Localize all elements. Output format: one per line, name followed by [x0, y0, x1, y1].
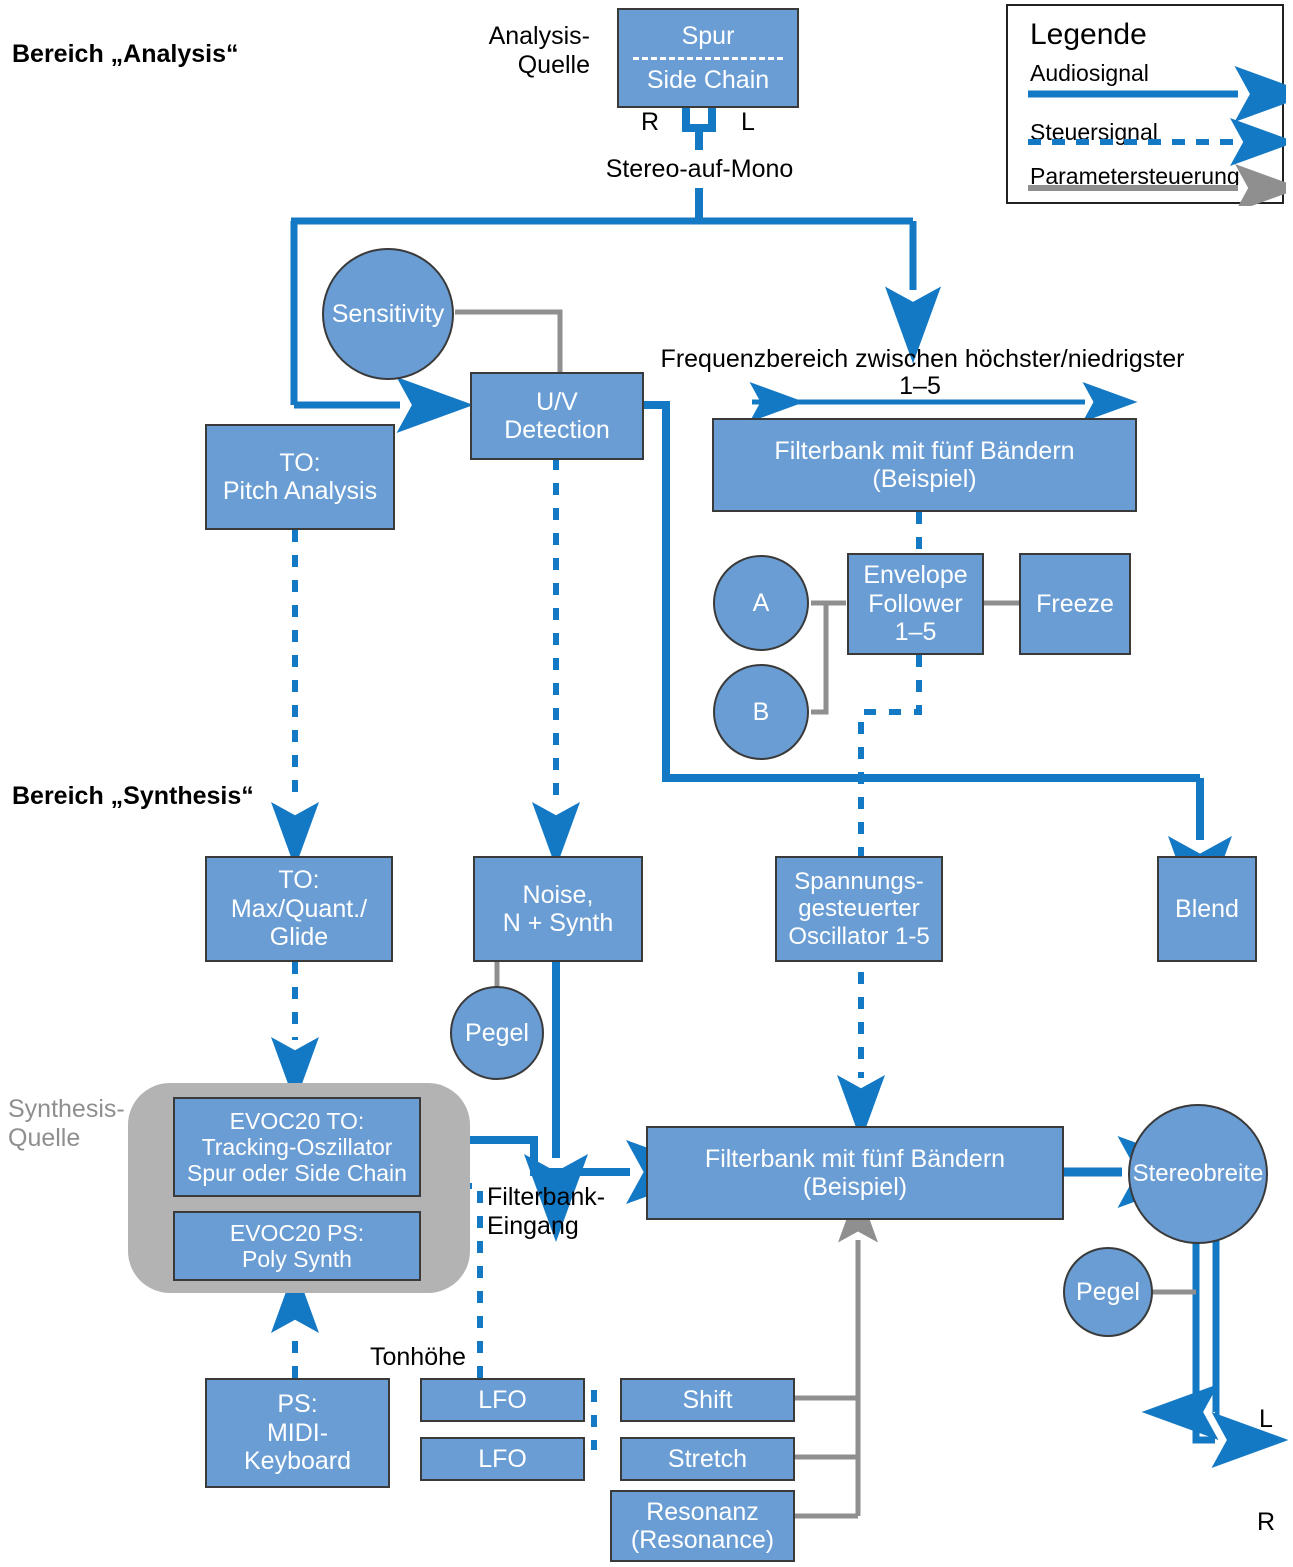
channel-r-label: R — [640, 108, 660, 136]
filterbank-input-label: Filterbank- Eingang — [487, 1183, 606, 1240]
source-divider — [633, 57, 783, 60]
to-max-quant-glide-box[interactable]: TO: Max/Quant./ Glide — [205, 856, 393, 962]
frequency-range-label: Frequenzbereich zwischen höchster/niedri… — [660, 345, 1185, 373]
analysis-filterbank-box[interactable]: Filterbank mit fünf Bändern (Beispiel) — [712, 418, 1137, 512]
lfo-1-box[interactable]: LFO — [420, 1378, 585, 1422]
resonanz-box[interactable]: Resonanz (Resonance) — [610, 1490, 795, 1562]
envelope-follower-box[interactable]: Envelope Follower 1–5 — [847, 553, 984, 655]
source-track-label: Spur — [681, 21, 735, 50]
lfo-2-box[interactable]: LFO — [420, 1437, 585, 1481]
source-sidechain-label: Side Chain — [646, 65, 770, 94]
to-pitch-analysis-box[interactable]: TO: Pitch Analysis — [205, 424, 395, 530]
freeze-box[interactable]: Freeze — [1019, 553, 1131, 655]
diagram-canvas: Bereich „Analysis“ Bereich „Synthesis“ A… — [0, 0, 1293, 1567]
pegel-noise-knob[interactable]: Pegel — [450, 986, 544, 1080]
blend-box[interactable]: Blend — [1157, 856, 1257, 962]
synthesis-source-label: Synthesis- Quelle — [8, 1095, 125, 1152]
stereobreite-knob[interactable]: Stereobreite — [1128, 1104, 1268, 1244]
ps-midi-keyboard-box[interactable]: PS: MIDI- Keyboard — [205, 1378, 390, 1488]
frequency-range-count-label: 1–5 — [899, 372, 941, 400]
knob-a[interactable]: A — [713, 555, 809, 651]
synthesis-section-title: Bereich „Synthesis“ — [12, 782, 254, 810]
analysis-section-title: Bereich „Analysis“ — [12, 40, 239, 68]
evoc20-ps-box[interactable]: EVOC20 PS: Poly Synth — [173, 1211, 421, 1281]
synthesis-filterbank-box[interactable]: Filterbank mit fünf Bändern (Beispiel) — [646, 1126, 1064, 1220]
legend-swatches — [1028, 66, 1286, 206]
knob-b[interactable]: B — [713, 664, 809, 760]
sensitivity-knob[interactable]: Sensitivity — [322, 248, 454, 380]
stereo-to-mono-label: Stereo-auf-Mono — [605, 155, 794, 183]
pegel-stereo-knob[interactable]: Pegel — [1063, 1247, 1153, 1337]
noise-synth-box[interactable]: Noise, N + Synth — [473, 856, 643, 962]
output-r-label: R — [1256, 1508, 1276, 1536]
stretch-box[interactable]: Stretch — [620, 1437, 795, 1481]
analysis-source-label: Analysis- Quelle — [488, 22, 590, 79]
pitch-label: Tonhöhe — [370, 1343, 466, 1371]
shift-box[interactable]: Shift — [620, 1378, 795, 1422]
output-l-label: L — [1259, 1405, 1273, 1433]
vco-box[interactable]: Spannungs- gesteuerter Oscillator 1-5 — [775, 856, 943, 962]
evoc20-to-box[interactable]: EVOC20 TO: Tracking-Oszillator Spur oder… — [173, 1097, 421, 1197]
channel-l-label: L — [741, 108, 755, 136]
uv-detection-box[interactable]: U/V Detection — [470, 372, 644, 460]
legend-box: Legende Audiosignal Steuersignal Paramet… — [1006, 4, 1286, 206]
